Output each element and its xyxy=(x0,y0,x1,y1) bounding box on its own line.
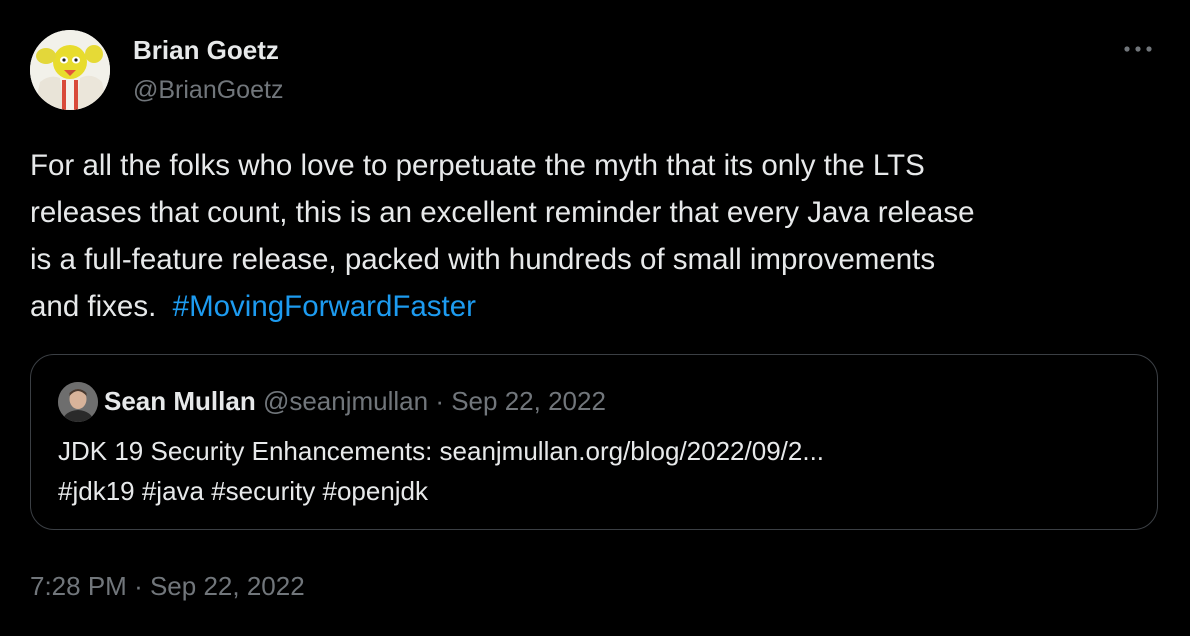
more-horizontal-icon xyxy=(1124,46,1152,52)
author-avatar[interactable] xyxy=(30,30,110,110)
avatar-image xyxy=(30,30,110,110)
timestamp-date[interactable]: Sep 22, 2022 xyxy=(150,571,305,601)
quoted-tweet-card[interactable]: Sean Mullan @seanjmullan · Sep 22, 2022 … xyxy=(30,354,1158,530)
tweet-text-line: releases that count, this is an excellen… xyxy=(30,196,975,229)
quote-date[interactable]: Sep 22, 2022 xyxy=(451,386,606,416)
hashtag-link[interactable]: #MovingForwardFaster xyxy=(173,290,476,323)
quote-text-line: JDK 19 Security Enhancements: seanjmulla… xyxy=(58,436,825,466)
quote-author-handle[interactable]: @seanjmullan xyxy=(263,386,428,416)
tweet-timestamp: 7:28 PM · Sep 22, 2022 xyxy=(30,568,305,604)
quote-separator: · xyxy=(435,386,444,416)
tweet-text-line-part: and fixes. xyxy=(30,290,165,323)
tweet-text-line: For all the folks who love to perpetuate… xyxy=(30,149,925,182)
more-options-button[interactable] xyxy=(1120,34,1156,64)
quote-header: Sean Mullan @seanjmullan · Sep 22, 2022 xyxy=(104,383,606,419)
tweet-text-line: is a full-feature release, packed with h… xyxy=(30,243,936,276)
avatar-image xyxy=(58,382,98,422)
timestamp-time[interactable]: 7:28 PM xyxy=(30,571,127,601)
timestamp-separator: · xyxy=(134,571,143,601)
tweet-text-line: and fixes. #MovingForwardFaster xyxy=(30,283,1160,330)
tweet-text: For all the folks who love to perpetuate… xyxy=(30,142,1160,330)
quote-author-avatar[interactable] xyxy=(58,382,98,422)
quote-text: JDK 19 Security Enhancements: seanjmulla… xyxy=(58,431,1138,511)
author-handle[interactable]: @BrianGoetz xyxy=(133,74,283,106)
quote-author-name[interactable]: Sean Mullan xyxy=(104,386,256,416)
tweet: Brian Goetz @BrianGoetz For all the folk… xyxy=(0,0,1190,636)
quote-text-line: #jdk19 #java #security #openjdk xyxy=(58,476,429,506)
author-name[interactable]: Brian Goetz xyxy=(133,34,279,66)
